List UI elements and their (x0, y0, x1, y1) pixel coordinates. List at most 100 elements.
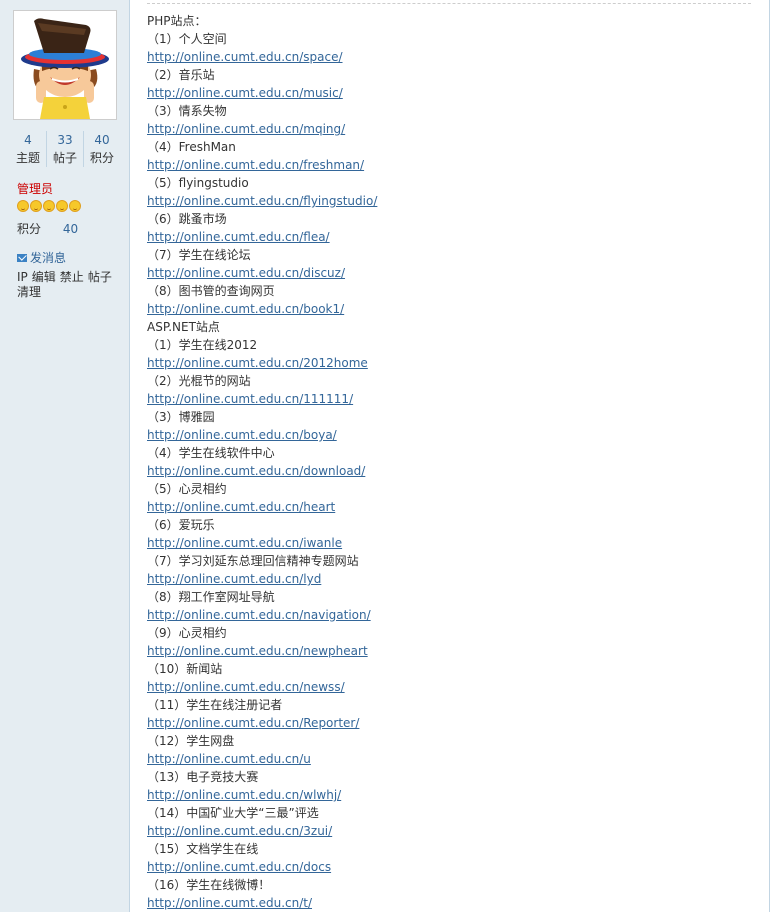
post-text-line: （11）学生在线注册记者 (147, 698, 283, 712)
post-link[interactable]: http://online.cumt.edu.cn/newss/ (147, 680, 345, 694)
post-link[interactable]: http://online.cumt.edu.cn/download/ (147, 464, 365, 478)
post-text-line: （4）学生在线软件中心 (147, 446, 275, 460)
post-link[interactable]: http://online.cumt.edu.cn/2012home (147, 356, 368, 370)
rank-star-icon (30, 200, 42, 212)
rank-star-icon (56, 200, 68, 212)
rank-star-icon (17, 200, 29, 212)
post-link-row: http://online.cumt.edu.cn/book1/ (147, 300, 751, 318)
post-link-row: http://online.cumt.edu.cn/newss/ (147, 678, 751, 696)
post-content: PHP站点： （1）个人空间 http://online.cumt.edu.cn/s… (147, 12, 751, 912)
post-text-line: （2）音乐站 (147, 68, 215, 82)
stat-credits-value[interactable]: 40 (84, 131, 120, 149)
send-message-label[interactable]: 发消息 (30, 249, 66, 266)
post-link-row: http://online.cumt.edu.cn/iwanle (147, 534, 751, 552)
post-link[interactable]: http://online.cumt.edu.cn/navigation/ (147, 608, 371, 622)
admin-link-ban[interactable]: 禁止 (60, 270, 84, 284)
post-link[interactable]: http://online.cumt.edu.cn/lyd (147, 572, 321, 586)
post-link[interactable]: http://online.cumt.edu.cn/space/ (147, 50, 343, 64)
post-link-row: http://online.cumt.edu.cn/Reporter/ (147, 714, 751, 732)
post-link-row: http://online.cumt.edu.cn/boya/ (147, 426, 751, 444)
forum-post: 4 主题 33 帖子 40 积分 管理员 积分 40 发消息 IP 编辑 禁止 … (0, 0, 770, 912)
admin-link-edit[interactable]: 编辑 (32, 270, 56, 284)
user-role[interactable]: 管理员 (17, 180, 53, 197)
post-link[interactable]: http://online.cumt.edu.cn/Reporter/ (147, 716, 359, 730)
admin-link-ip[interactable]: IP (17, 270, 28, 284)
rank-stars (17, 200, 81, 212)
post-text-line: （8）图书管的查询网页 (147, 284, 275, 298)
post-link[interactable]: http://online.cumt.edu.cn/docs (147, 860, 331, 874)
post-text-line: （7）学习刘延东总理回信精神专题网站 (147, 554, 359, 568)
post-link[interactable]: http://online.cumt.edu.cn/flea/ (147, 230, 330, 244)
post-text-line: （9）心灵相约 (147, 626, 227, 640)
user-stats: 4 主题 33 帖子 40 积分 (10, 131, 120, 167)
post-link-row: http://online.cumt.edu.cn/docs (147, 858, 751, 876)
stat-threads[interactable]: 4 主题 (10, 131, 46, 167)
stat-posts[interactable]: 33 帖子 (46, 131, 83, 167)
post-link[interactable]: http://online.cumt.edu.cn/mqing/ (147, 122, 345, 136)
stat-credits[interactable]: 40 积分 (83, 131, 120, 167)
post-link-row: http://online.cumt.edu.cn/heart (147, 498, 751, 516)
post-link-row: http://online.cumt.edu.cn/newpheart (147, 642, 751, 660)
stat-posts-value[interactable]: 33 (47, 131, 83, 149)
stat-posts-label: 帖子 (52, 151, 77, 165)
post-link-row: http://online.cumt.edu.cn/t/ (147, 894, 751, 912)
post-text-line: （3）情系失物 (147, 104, 227, 118)
post-text-line: （7）学生在线论坛 (147, 248, 251, 262)
stat-threads-label: 主题 (15, 151, 40, 165)
post-link[interactable]: http://online.cumt.edu.cn/3zui/ (147, 824, 332, 838)
post-text-line: （4）FreshMan (147, 140, 236, 154)
admin-links: IP 编辑 禁止 帖子清理 (17, 270, 117, 300)
post-link[interactable]: http://online.cumt.edu.cn/111111/ (147, 392, 353, 406)
post-text-line: （16）学生在线微博！ (147, 878, 271, 892)
post-text-line: （14）中国矿业大学“三最”评选 (147, 806, 319, 820)
post-link[interactable]: http://online.cumt.edu.cn/discuz/ (147, 266, 345, 280)
post-link-row: http://online.cumt.edu.cn/space/ (147, 48, 751, 66)
post-text-line: （10）新闻站 (147, 662, 223, 676)
post-link-row: http://online.cumt.edu.cn/wlwhj/ (147, 786, 751, 804)
post-link-row: http://online.cumt.edu.cn/u (147, 750, 751, 768)
post-text-line: （2）光棍节的网站 (147, 374, 251, 388)
stat-credits-label: 积分 (89, 151, 114, 165)
avatar-image (14, 11, 116, 119)
post-link[interactable]: http://online.cumt.edu.cn/freshman/ (147, 158, 364, 172)
post-link[interactable]: http://online.cumt.edu.cn/t/ (147, 896, 312, 910)
post-link-row: http://online.cumt.edu.cn/discuz/ (147, 264, 751, 282)
rank-star-icon (43, 200, 55, 212)
post-link[interactable]: http://online.cumt.edu.cn/book1/ (147, 302, 344, 316)
post-link[interactable]: http://online.cumt.edu.cn/wlwhj/ (147, 788, 341, 802)
post-text-line: （13）电子竞技大赛 (147, 770, 259, 784)
post-link-row: http://online.cumt.edu.cn/download/ (147, 462, 751, 480)
post-text-line: （5）心灵相约 (147, 482, 227, 496)
post-link[interactable]: http://online.cumt.edu.cn/flyingstudio/ (147, 194, 377, 208)
post-link-row: http://online.cumt.edu.cn/flea/ (147, 228, 751, 246)
post-link[interactable]: http://online.cumt.edu.cn/iwanle (147, 536, 342, 550)
post-link-row: http://online.cumt.edu.cn/flyingstudio/ (147, 192, 751, 210)
points-row: 积分 40 (17, 220, 117, 237)
post-link-row: http://online.cumt.edu.cn/111111/ (147, 390, 751, 408)
send-message-link[interactable]: 发消息 (17, 249, 66, 266)
post-text-line: （6）爱玩乐 (147, 518, 215, 532)
author-sidebar: 4 主题 33 帖子 40 积分 管理员 积分 40 发消息 IP 编辑 禁止 … (0, 0, 130, 912)
post-text-line: （1）个人空间 (147, 32, 227, 46)
post-text-line: ASP.NET站点 (147, 320, 220, 334)
post-text-line: （5）flyingstudio (147, 176, 249, 190)
post-link[interactable]: http://online.cumt.edu.cn/u (147, 752, 311, 766)
post-link[interactable]: http://online.cumt.edu.cn/music/ (147, 86, 343, 100)
admin-link-cleanup[interactable]: 清理 (17, 285, 41, 299)
post-text-line: （15）文档学生在线 (147, 842, 259, 856)
post-text-line: PHP站点： (147, 14, 207, 28)
avatar[interactable] (13, 10, 117, 120)
points-value: 40 (62, 222, 79, 236)
admin-link-posts[interactable]: 帖子 (88, 270, 112, 284)
post-link-row: http://online.cumt.edu.cn/2012home (147, 354, 751, 372)
post-link-row: http://online.cumt.edu.cn/lyd (147, 570, 751, 588)
post-link[interactable]: http://online.cumt.edu.cn/heart (147, 500, 335, 514)
stat-threads-value[interactable]: 4 (10, 131, 46, 149)
post-link[interactable]: http://online.cumt.edu.cn/boya/ (147, 428, 337, 442)
post-text-line: （8）翔工作室网址导航 (147, 590, 275, 604)
rank-star-icon (69, 200, 81, 212)
post-text-line: （6）跳蚤市场 (147, 212, 227, 226)
post-text-line: （3）博雅园 (147, 410, 215, 424)
post-link-row: http://online.cumt.edu.cn/music/ (147, 84, 751, 102)
post-link[interactable]: http://online.cumt.edu.cn/newpheart (147, 644, 368, 658)
